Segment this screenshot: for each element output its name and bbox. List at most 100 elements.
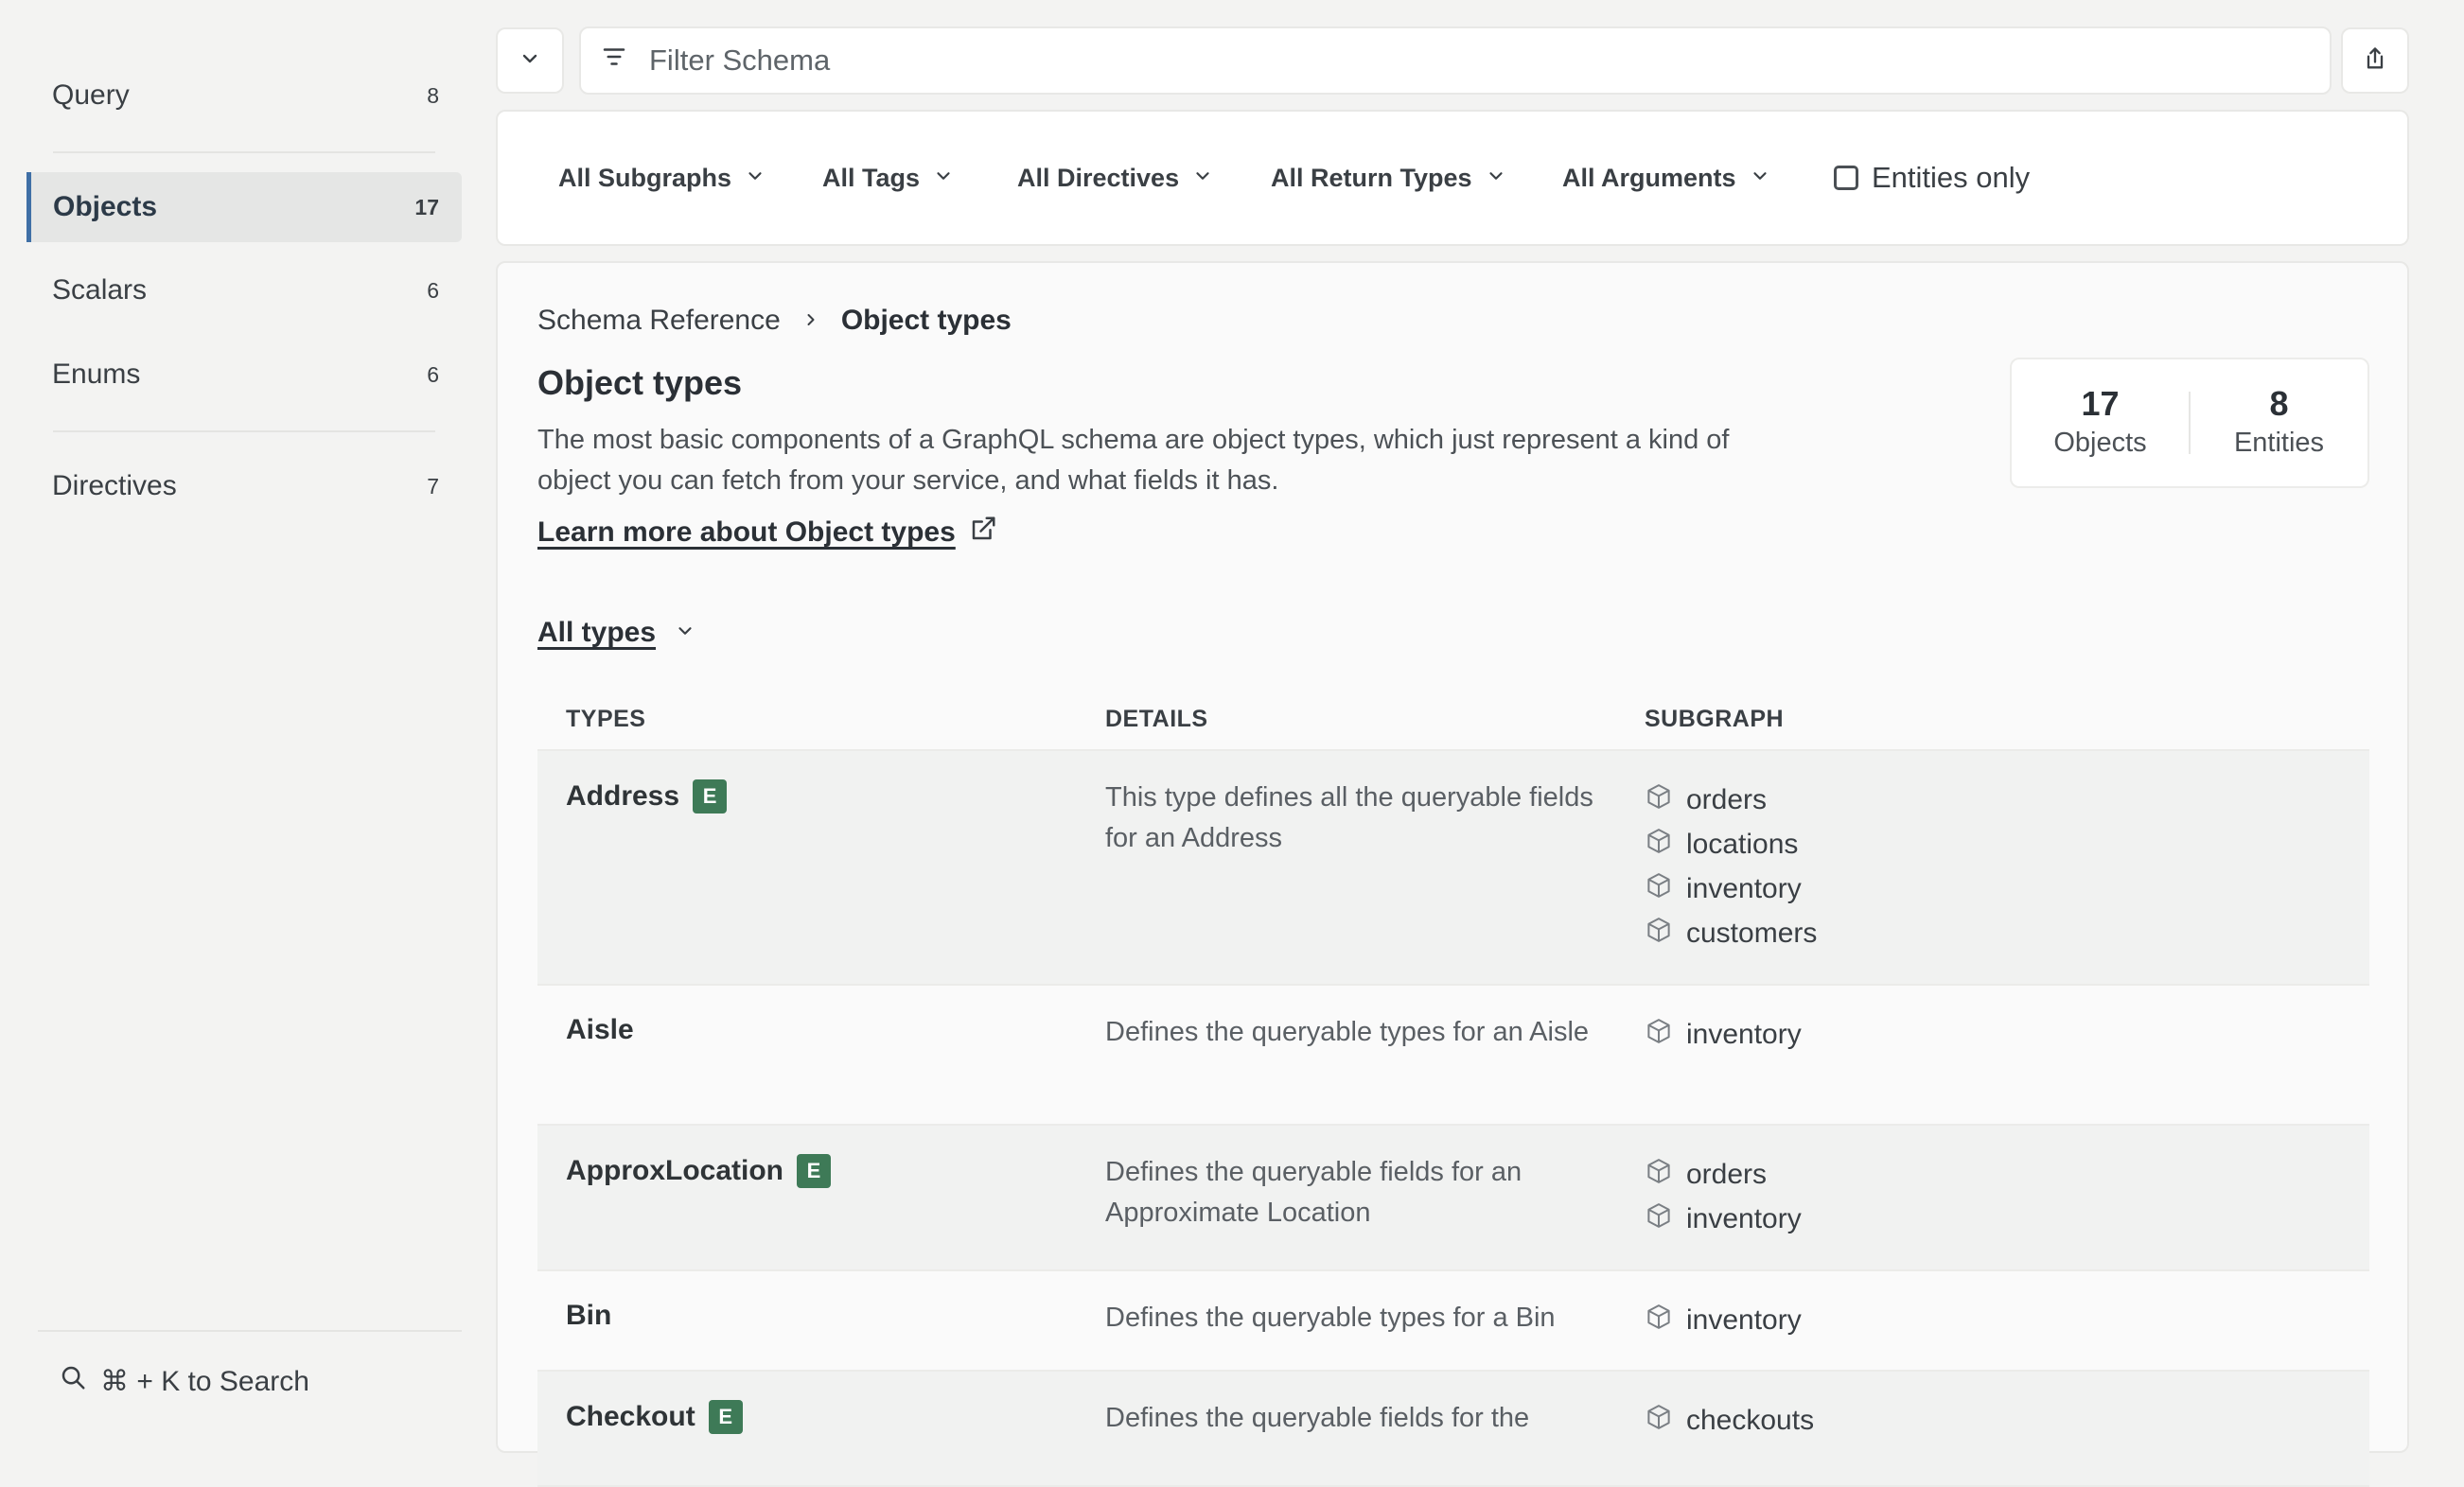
external-link-icon <box>969 515 997 551</box>
chevron-down-icon <box>745 164 766 193</box>
sidebar-item-enums[interactable]: Enums 6 <box>26 340 462 410</box>
table-row[interactable]: ApproxLocation E Defines the queryable fie… <box>537 1126 2369 1271</box>
type-name-cell[interactable]: Bin <box>566 1300 611 1332</box>
learn-more-link[interactable]: Learn more about Object types <box>537 515 997 551</box>
dropdown-label: All Return Types <box>1271 163 1472 192</box>
type-name-cell[interactable]: Aisle <box>566 1014 634 1046</box>
search-hint-text: ⌘ + K to Search <box>100 1365 309 1397</box>
type-filter-dropdown[interactable]: All types <box>537 617 695 649</box>
subgraph-name: locations <box>1686 828 1799 860</box>
stats-panel: 17 Objects 8 Entities <box>2010 358 2369 488</box>
column-header-subgraph: SUBGRAPH <box>1645 706 1785 732</box>
page-description: The most basic components of a GraphQL s… <box>537 425 1730 496</box>
subgraph-name: inventory <box>1686 1303 1802 1336</box>
dropdown-label: All Subgraphs <box>558 163 732 192</box>
entities-stat: 8 Entities <box>2191 384 2367 462</box>
sidebar-item-objects[interactable]: Objects 17 <box>26 172 462 242</box>
subgraph-name: inventory <box>1686 1202 1802 1234</box>
type-name[interactable]: Address <box>566 780 679 813</box>
directives-dropdown[interactable]: All Directives <box>1017 159 1213 197</box>
subgraph-item: checkouts <box>1645 1398 1814 1443</box>
objects-label: Objects <box>2053 428 2147 458</box>
type-details: Defines the queryable types for a Bin <box>1105 1303 1556 1333</box>
entities-only-checkbox[interactable] <box>1834 166 1858 190</box>
page-title: Object types <box>537 363 743 402</box>
objects-stat: 17 Objects <box>2012 384 2189 462</box>
sidebar-item-scalars[interactable]: Scalars 6 <box>26 255 462 325</box>
sidebar-item-query[interactable]: Query 8 <box>26 61 462 131</box>
type-filter-label: All types <box>537 617 657 648</box>
type-details: Defines the queryable fields for the <box>1105 1403 1530 1433</box>
table-header: TYPES DETAILS SUBGRAPH <box>537 687 2369 751</box>
subgraph-list: checkouts <box>1645 1398 1814 1443</box>
collapse-button[interactable] <box>496 27 564 94</box>
type-name[interactable]: ApproxLocation <box>566 1155 783 1187</box>
chevron-down-icon <box>519 47 541 75</box>
type-name[interactable]: Aisle <box>566 1014 634 1046</box>
subgraph-name: checkouts <box>1686 1404 1815 1436</box>
table-row[interactable]: Aisle Defines the queryable types for an … <box>537 986 2369 1126</box>
table-row[interactable]: Checkout E Defines the queryable fields fo… <box>537 1372 2369 1487</box>
cube-icon <box>1645 1201 1673 1237</box>
share-button[interactable] <box>2341 27 2409 94</box>
cube-icon <box>1645 827 1673 863</box>
main-panel: Filter Schema All Subgraphs All Tags All… <box>496 0 2464 1487</box>
subgraph-name: inventory <box>1686 872 1802 904</box>
subgraph-name: orders <box>1686 1158 1768 1190</box>
type-name-cell[interactable]: Checkout E <box>566 1400 743 1434</box>
breadcrumb-root[interactable]: Schema Reference <box>537 305 781 337</box>
search-shortcut[interactable]: ⌘ + K to Search <box>59 1359 309 1403</box>
breadcrumb: Schema Reference Object types <box>537 305 1012 337</box>
entity-badge: E <box>797 1154 831 1188</box>
column-header-types: TYPES <box>566 706 646 732</box>
sidebar-item-count: 6 <box>427 277 439 303</box>
chevron-down-icon <box>933 164 954 193</box>
cube-icon <box>1645 871 1673 907</box>
subgraph-name: customers <box>1686 917 1818 949</box>
cube-icon <box>1645 916 1673 952</box>
subgraph-item: inventory <box>1645 1197 1802 1241</box>
sidebar: Query 8 Objects 17 Scalars 6 Enums 6 Dir… <box>0 0 473 1428</box>
subgraphs-dropdown[interactable]: All Subgraphs <box>558 159 766 197</box>
entities-only-toggle[interactable]: Entities only <box>1834 159 2030 197</box>
cube-icon <box>1645 782 1673 818</box>
table-row[interactable]: Address E This type defines all the querya… <box>537 751 2369 986</box>
entities-label: Entities <box>2233 428 2325 458</box>
dropdown-label: All Directives <box>1017 163 1180 192</box>
sidebar-item-count: 8 <box>427 82 439 108</box>
subgraph-name: orders <box>1686 783 1768 815</box>
type-name-cell[interactable]: Address E <box>566 779 728 813</box>
entity-badge: E <box>693 779 728 813</box>
chevron-down-icon <box>675 617 695 649</box>
subgraph-item: orders <box>1645 1152 1802 1197</box>
filter-schema-input[interactable]: Filter Schema <box>579 26 2332 95</box>
sidebar-item-label: Objects <box>53 191 158 222</box>
sidebar-divider <box>53 151 435 153</box>
sidebar-item-directives[interactable]: Directives 7 <box>26 451 462 521</box>
subgraph-list: orders inventory <box>1645 1152 1802 1241</box>
sidebar-item-count: 17 <box>414 194 439 219</box>
type-details: Defines the queryable types for an Aisle <box>1105 1017 1590 1047</box>
sidebar-item-count: 7 <box>427 473 439 499</box>
subgraph-item: customers <box>1645 911 1817 955</box>
entities-count: 8 <box>2269 384 2289 423</box>
dropdown-label: All Arguments <box>1562 163 1736 192</box>
type-details: Defines the queryable fields for an Appr… <box>1105 1157 1522 1228</box>
cube-icon <box>1645 1017 1673 1053</box>
type-details: This type defines all the queryable fiel… <box>1105 782 1593 853</box>
subgraph-item: inventory <box>1645 1012 1802 1057</box>
share-icon <box>2362 45 2388 77</box>
cube-icon <box>1645 1403 1673 1439</box>
return-types-dropdown[interactable]: All Return Types <box>1271 159 1506 197</box>
table-row[interactable]: Bin Defines the queryable types for a Bin… <box>537 1271 2369 1372</box>
tags-dropdown[interactable]: All Tags <box>822 159 954 197</box>
chevron-down-icon <box>1192 164 1213 193</box>
chevron-down-icon <box>1750 164 1770 193</box>
learn-more-label: Learn more about Object types <box>537 516 956 548</box>
subgraph-item: orders <box>1645 778 1817 822</box>
filter-bar: All Subgraphs All Tags All Directives Al… <box>496 110 2409 246</box>
cube-icon <box>1645 1303 1673 1338</box>
type-name-cell[interactable]: ApproxLocation E <box>566 1154 831 1188</box>
type-name[interactable]: Bin <box>566 1300 611 1332</box>
arguments-dropdown[interactable]: All Arguments <box>1562 159 1770 197</box>
